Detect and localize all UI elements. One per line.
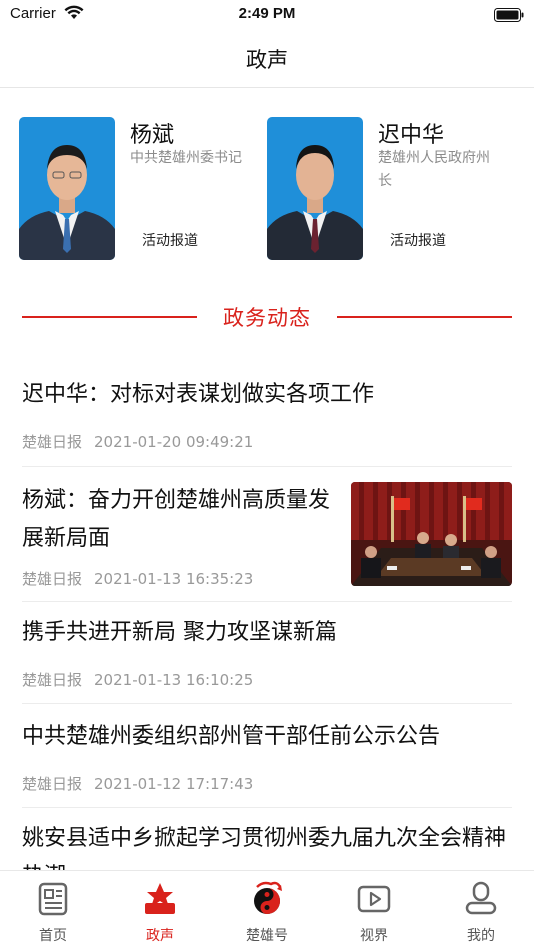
tab-home[interactable]: 首页 — [0, 871, 106, 950]
leader-photo — [267, 117, 363, 260]
news-item[interactable]: 姚安县适中乡掀起学习贯彻州委九届九次全会精神热潮 — [22, 820, 512, 870]
news-meta: 楚雄日报 2021-01-20 09:49:21 — [22, 431, 253, 452]
news-divider — [22, 466, 512, 467]
leader-title: 中共楚雄州委书记 — [130, 150, 242, 166]
activity-report-link[interactable]: 活动报道 — [390, 230, 446, 250]
news-source: 楚雄日报 — [22, 570, 83, 588]
news-meta: 楚雄日报 2021-01-13 16:35:23 — [22, 568, 253, 589]
news-source: 楚雄日报 — [22, 775, 83, 793]
news-title: 姚安县适中乡掀起学习贯彻州委九届九次全会精神热潮 — [22, 826, 507, 870]
leader-card-chi-zhonghua[interactable]: 迟中华 楚雄州人民政府州长 活动报道 — [267, 117, 512, 262]
tab-government[interactable]: 政声 — [107, 871, 213, 950]
news-divider — [22, 601, 512, 602]
bottom-tab-bar: 首页 政声 楚雄号 视界 我的 — [0, 870, 534, 950]
news-item[interactable]: 携手共进开新局 聚力攻坚谋新篇 楚雄日报 2021-01-13 16:10:25 — [22, 614, 512, 694]
tab-label: 政声 — [146, 928, 174, 944]
status-bar: Carrier 2:49 PM — [0, 0, 534, 28]
section-divider-right — [337, 316, 512, 318]
news-time: 2021-01-13 16:35:23 — [94, 570, 254, 588]
news-time: 2021-01-13 16:10:25 — [94, 671, 254, 689]
leader-title: 楚雄州人民政府州长 — [378, 150, 490, 189]
news-source: 楚雄日报 — [22, 433, 83, 451]
news-title: 中共楚雄州委组织部州管干部任前公示公告 — [22, 724, 441, 749]
home-news-icon — [33, 879, 73, 919]
navigation-bar: 政声 — [0, 28, 534, 88]
activity-report-link[interactable]: 活动报道 — [142, 230, 198, 250]
status-time: 2:49 PM — [238, 5, 296, 22]
news-divider — [22, 703, 512, 704]
leader-name: 杨斌 — [130, 123, 175, 148]
tab-mine[interactable]: 我的 — [428, 871, 534, 950]
government-icon — [140, 879, 180, 919]
news-divider — [22, 807, 512, 808]
tab-chuxiong[interactable]: 楚雄号 — [214, 871, 320, 950]
tab-label: 楚雄号 — [246, 928, 288, 944]
news-item[interactable]: 迟中华：对标对表谋划做实各项工作 楚雄日报 2021-01-20 09:49:21 — [22, 376, 512, 456]
section-header: 政务动态 — [0, 298, 534, 336]
news-source: 楚雄日报 — [22, 671, 83, 689]
tab-label: 首页 — [39, 928, 67, 944]
news-thumbnail — [351, 482, 512, 586]
tab-label: 视界 — [360, 928, 388, 944]
leader-card-yang-bin[interactable]: 杨斌 中共楚雄州委书记 活动报道 — [19, 117, 264, 262]
video-play-icon — [354, 879, 394, 919]
profile-icon — [461, 879, 501, 919]
battery-icon — [494, 7, 524, 26]
leader-name: 迟中华 — [378, 123, 445, 148]
leader-photo — [19, 117, 115, 260]
news-title: 携手共进开新局 聚力攻坚谋新篇 — [22, 620, 337, 645]
news-time: 2021-01-12 17:17:43 — [94, 775, 254, 793]
news-meta: 楚雄日报 2021-01-13 16:10:25 — [22, 669, 253, 690]
tab-label: 我的 — [467, 928, 495, 944]
news-item[interactable]: 中共楚雄州委组织部州管干部任前公示公告 楚雄日报 2021-01-12 17:17… — [22, 718, 512, 798]
tab-vision[interactable]: 视界 — [321, 871, 427, 950]
news-meta: 楚雄日报 2021-01-12 17:17:43 — [22, 773, 253, 794]
news-time: 2021-01-20 09:49:21 — [94, 433, 254, 451]
page-title: 政声 — [246, 48, 288, 72]
news-title: 迟中华：对标对表谋划做实各项工作 — [22, 382, 375, 407]
news-item[interactable]: 杨斌：奋力开创楚雄州高质量发展新局面 楚雄日报 2021-01-13 16:35:… — [22, 482, 512, 592]
chuxiong-logo-icon — [247, 879, 287, 919]
news-title: 杨斌：奋力开创楚雄州高质量发展新局面 — [22, 488, 331, 551]
